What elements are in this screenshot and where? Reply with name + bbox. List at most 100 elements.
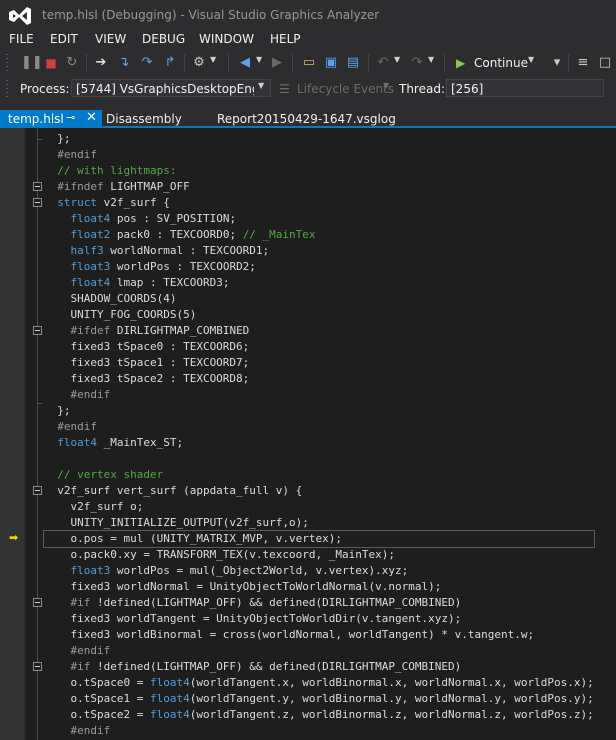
stop-icon[interactable]: ■ — [42, 53, 60, 73]
process-label: Process: — [20, 82, 70, 96]
code-line[interactable]: float4 _MainTex_ST; — [44, 435, 594, 451]
code-line[interactable]: #endif — [44, 147, 594, 163]
code-line[interactable]: fixed3 tSpace0 : TEXCOORD6; — [44, 339, 594, 355]
code-line[interactable]: // with lightmaps: — [44, 163, 594, 179]
toolbar-separator — [368, 54, 369, 72]
breakpoint-margin[interactable] — [0, 128, 24, 740]
code-line[interactable]: #endif — [44, 643, 594, 659]
collapse-icon[interactable] — [33, 662, 42, 671]
code-line[interactable]: fixed3 tSpace1 : TEXCOORD7; — [44, 355, 594, 371]
thread-select[interactable]: [256] — [446, 79, 604, 97]
chevron-down-icon[interactable]: ▼ — [394, 55, 400, 64]
code-line[interactable]: struct v2f_surf { — [44, 195, 594, 211]
process-select[interactable]: [5744] VsGraphicsDesktopEngine.e ▼ — [71, 79, 271, 97]
code-line[interactable]: UNITY_FOG_COORDS(5) — [44, 307, 594, 323]
save-all-icon[interactable]: ▤ — [344, 53, 362, 73]
save-icon[interactable]: ▣ — [322, 53, 340, 73]
toolbar-separator — [86, 54, 87, 72]
code-line[interactable]: #endif — [44, 419, 594, 435]
code-line[interactable]: }; — [44, 131, 594, 147]
code-line[interactable]: }; — [44, 403, 594, 419]
undo-icon[interactable]: ↶ — [374, 53, 392, 73]
code-line[interactable]: o.tSpace0 = float4(worldTangent.x, world… — [44, 675, 593, 691]
step-into-icon[interactable]: ↴ — [115, 53, 133, 73]
code-line[interactable]: UNITY_INITIALIZE_OUTPUT(v2f_surf,o); — [44, 515, 594, 531]
show-next-statement-icon[interactable]: ➔ — [92, 53, 110, 73]
collapse-icon[interactable] — [33, 486, 42, 495]
chevron-down-icon[interactable]: ▼ — [383, 81, 389, 90]
code-line[interactable]: // vertex shader — [44, 467, 594, 483]
toolbar-grip[interactable] — [6, 54, 8, 72]
code-line[interactable]: v2f_surf vert_surf (appdata_full v) { — [44, 483, 594, 499]
code-line[interactable]: #ifndef LIGHTMAP_OFF — [44, 179, 594, 195]
lifecycle-events-button[interactable]: Lifecycle Events — [297, 82, 394, 96]
code-line[interactable]: fixed3 tSpace2 : TEXCOORD8; — [44, 371, 594, 387]
tab-report-vsglog[interactable]: Report20150429-1647.vsglog — [217, 112, 396, 126]
code-line[interactable]: half3 worldNormal : TEXCOORD1; — [44, 243, 594, 259]
menu-edit[interactable]: EDIT — [50, 32, 78, 46]
outlining-guide — [37, 128, 38, 740]
code-line[interactable]: o.tSpace1 = float4(worldTangent.y, world… — [44, 691, 593, 707]
code-line[interactable]: #if !defined(LIGHTMAP_OFF) && defined(DI… — [44, 659, 594, 675]
code-line[interactable]: o.tSpace2 = float4(worldTangent.z, world… — [44, 707, 593, 723]
code-line[interactable]: float3 worldPos = mul(_Object2World, v.v… — [44, 563, 594, 579]
code-line[interactable]: #endif — [44, 387, 594, 403]
code-line[interactable] — [44, 451, 594, 467]
menu-window[interactable]: WINDOW — [199, 32, 254, 46]
chevron-down-icon[interactable]: ▼ — [258, 81, 264, 90]
code-line[interactable]: fixed3 worldNormal = UnityObjectToWorldN… — [44, 579, 594, 595]
collapse-icon[interactable] — [33, 598, 42, 607]
toolbar-grip[interactable] — [6, 80, 8, 98]
open-file-icon[interactable]: ▭ — [300, 53, 318, 73]
menu-view[interactable]: VIEW — [95, 32, 126, 46]
code-line[interactable]: fixed3 worldTangent = UnityObjectToWorld… — [44, 611, 594, 627]
tab-disassembly[interactable]: Disassembly — [106, 112, 182, 126]
step-out-icon[interactable]: ↱ — [161, 53, 179, 73]
visual-studio-logo-icon — [8, 6, 32, 26]
code-line[interactable]: SHADOW_COORDS(4) — [44, 291, 594, 307]
format-icon[interactable]: ≡ — [574, 53, 592, 73]
pause-icon[interactable]: ❚❚ — [21, 53, 43, 73]
navigate-forward-icon[interactable]: ▶ — [268, 53, 286, 73]
code-token: float2 — [44, 228, 111, 241]
chevron-down-icon[interactable]: ▼ — [428, 55, 434, 64]
redo-icon[interactable]: ↷ — [408, 53, 426, 73]
collapse-icon[interactable] — [33, 326, 42, 335]
code-token: fixed3 tSpace1 : TEXCOORD7; — [44, 356, 250, 369]
collapse-icon[interactable] — [33, 182, 42, 191]
code-line[interactable]: float3 worldPos : TEXCOORD2; — [44, 259, 594, 275]
code-line[interactable]: v2f_surf o; — [44, 499, 594, 515]
code-line[interactable]: #ifdef DIRLIGHTMAP_COMBINED — [44, 323, 594, 339]
chevron-down-icon[interactable]: ▼ — [528, 55, 534, 64]
step-over-icon[interactable]: ↷ — [138, 53, 156, 73]
code-editor[interactable]: ➡ }; #endif // with lightmaps: #ifndef L… — [0, 128, 616, 740]
restart-icon[interactable]: ↻ — [63, 53, 81, 73]
code-line[interactable]: fixed3 worldBinormal = cross(worldNormal… — [44, 627, 594, 643]
chevron-down-icon[interactable]: ▼ — [256, 55, 262, 64]
pin-icon[interactable]: ⊸ — [66, 111, 75, 124]
menu-debug[interactable]: DEBUG — [142, 32, 185, 46]
code-line[interactable]: #endif — [44, 723, 594, 739]
code-line[interactable]: float4 pos : SV_POSITION; — [44, 211, 594, 227]
code-line[interactable]: float4 lmap : TEXCOORD3; — [44, 275, 594, 291]
thread-label: Thread: — [399, 82, 446, 96]
close-window-icon[interactable]: □ — [596, 53, 614, 73]
code-line[interactable]: o.pack0.xy = TRANSFORM_TEX(v.texcoord, _… — [44, 547, 594, 563]
code-token: #endif — [44, 724, 111, 737]
continue-button[interactable]: ▶ Continue ▼ — [452, 53, 538, 73]
code-line[interactable]: #if !defined(LIGHTMAP_OFF) && defined(DI… — [44, 595, 594, 611]
lifecycle-events-icon[interactable]: ☰ — [279, 82, 290, 96]
code-lines[interactable]: }; #endif // with lightmaps: #ifndef LIG… — [43, 131, 595, 739]
close-icon[interactable]: ✕ — [86, 110, 97, 125]
code-token: v2f_surf vert_surf (appdata_full v) { — [44, 484, 303, 497]
code-line[interactable]: float2 pack0 : TEXCOORD0; // _MainTex — [44, 227, 594, 243]
menu-help[interactable]: HELP — [270, 32, 301, 46]
code-line[interactable]: o.pos = mul (UNITY_MATRIX_MVP, v.vertex)… — [43, 530, 595, 548]
code-token: #if — [44, 660, 91, 673]
chevron-down-icon[interactable]: ▼ — [210, 55, 216, 64]
toolbar-options-icon[interactable]: ▾ — [548, 53, 566, 73]
breakpoint-settings-icon[interactable]: ⚙ — [190, 53, 208, 73]
navigate-back-icon[interactable]: ◀ — [236, 53, 254, 73]
menu-file[interactable]: FILE — [9, 32, 34, 46]
collapse-icon[interactable] — [33, 198, 42, 207]
